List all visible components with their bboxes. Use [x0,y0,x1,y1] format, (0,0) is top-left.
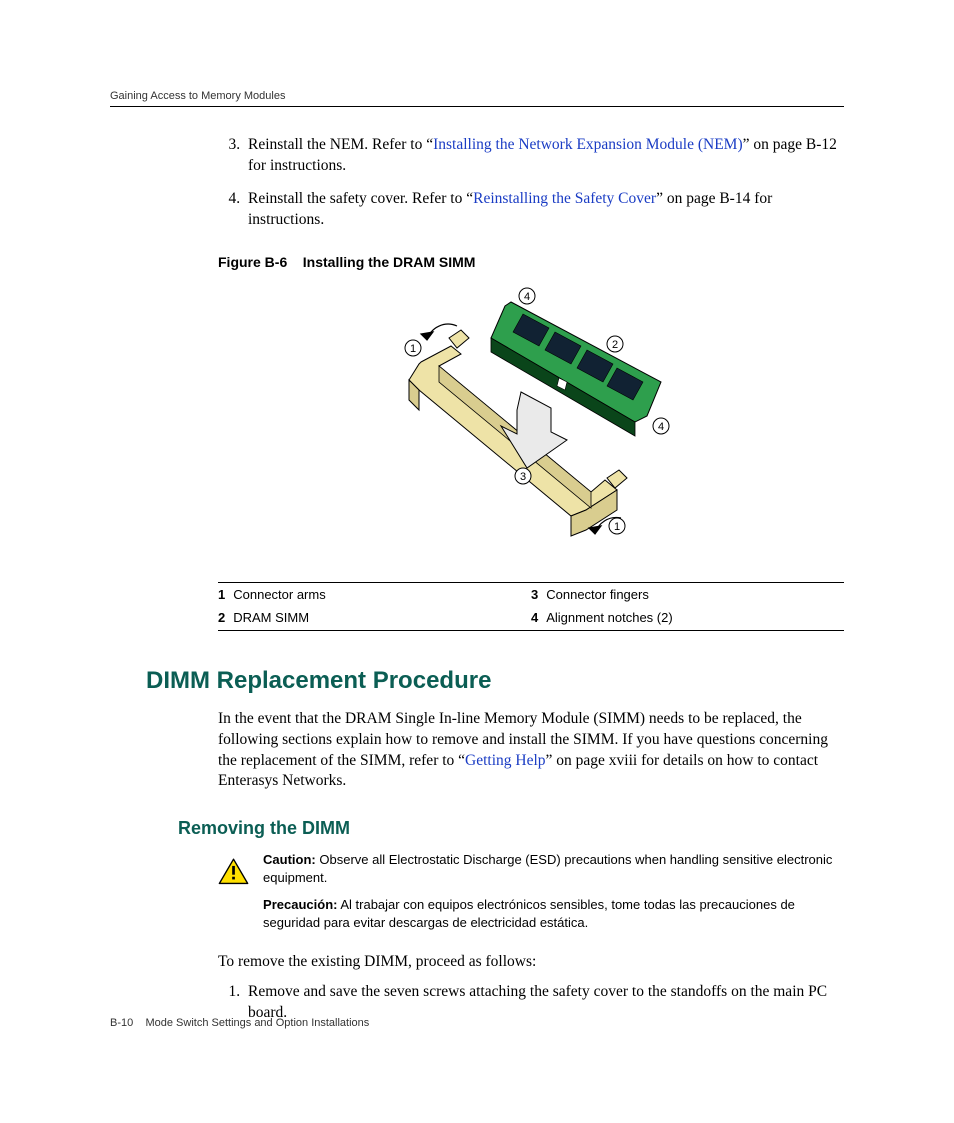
legend-4-text: Alignment notches (2) [546,606,844,630]
legend-2-text: DRAM SIMM [233,606,531,630]
figure-number: Figure B-6 [218,254,287,270]
svg-text:4: 4 [658,421,664,433]
caution-en: Caution: Observe all Electrostatic Disch… [263,851,844,886]
legend-3-num: 3 [531,582,546,606]
figure-title: Installing the DRAM SIMM [303,254,476,270]
figure-callout-legend: 1 Connector arms 3 Connector fingers 2 D… [218,582,844,631]
legend-4-num: 4 [531,606,546,630]
svg-text:1: 1 [614,521,620,533]
svg-text:3: 3 [520,471,526,483]
link-nem[interactable]: Installing the Network Expansion Module … [433,136,743,153]
remove-step-1-text: Remove and save the seven screws attachi… [248,983,827,1021]
figure-caption: Figure B-6 Installing the DRAM SIMM [218,253,844,272]
precaucion-body: Al trabajar con equipos electrónicos sen… [263,897,795,930]
caution-body: Observe all Electrostatic Discharge (ESD… [263,852,832,885]
caution-label: Caution: [263,852,316,867]
precaucion-label: Precaución: [263,897,337,912]
link-getting-help[interactable]: Getting Help [465,752,546,769]
svg-text:2: 2 [612,339,618,351]
subsection-title: Removing the DIMM [178,818,844,839]
legend-2-num: 2 [218,606,233,630]
svg-text:1: 1 [410,343,416,355]
step-3-pre: Reinstall the NEM. Refer to “ [248,136,433,153]
page-footer: B-10 Mode Switch Settings and Option Ins… [110,1017,369,1029]
top-steps-list: Reinstall the NEM. Refer to “Installing … [218,135,844,231]
step-3: Reinstall the NEM. Refer to “Installing … [244,135,844,177]
header-rule [110,106,844,107]
running-head: Gaining Access to Memory Modules [110,90,844,102]
section-title: DIMM Replacement Procedure [146,667,844,695]
link-safety-cover[interactable]: Reinstalling the Safety Cover [473,190,656,207]
step-4-pre: Reinstall the safety cover. Refer to “ [248,190,473,207]
caution-triangle-icon [218,851,249,893]
remove-dimm-leadin: To remove the existing DIMM, proceed as … [218,952,844,973]
legend-1-text: Connector arms [233,582,531,606]
step-4: Reinstall the safety cover. Refer to “Re… [244,189,844,231]
legend-1-num: 1 [218,582,233,606]
caution-block: Caution: Observe all Electrostatic Disch… [218,851,844,941]
figure-b6: 1 1 2 3 4 4 [218,282,844,572]
section-intro: In the event that the DRAM Single In-lin… [218,709,844,793]
svg-text:4: 4 [524,291,530,303]
footer-page: B-10 [110,1017,133,1029]
footer-label: Mode Switch Settings and Option Installa… [145,1017,369,1029]
caution-es: Precaución: Al trabajar con equipos elec… [263,896,844,931]
legend-3-text: Connector fingers [546,582,844,606]
dram-simm-illustration: 1 1 2 3 4 4 [361,282,701,572]
